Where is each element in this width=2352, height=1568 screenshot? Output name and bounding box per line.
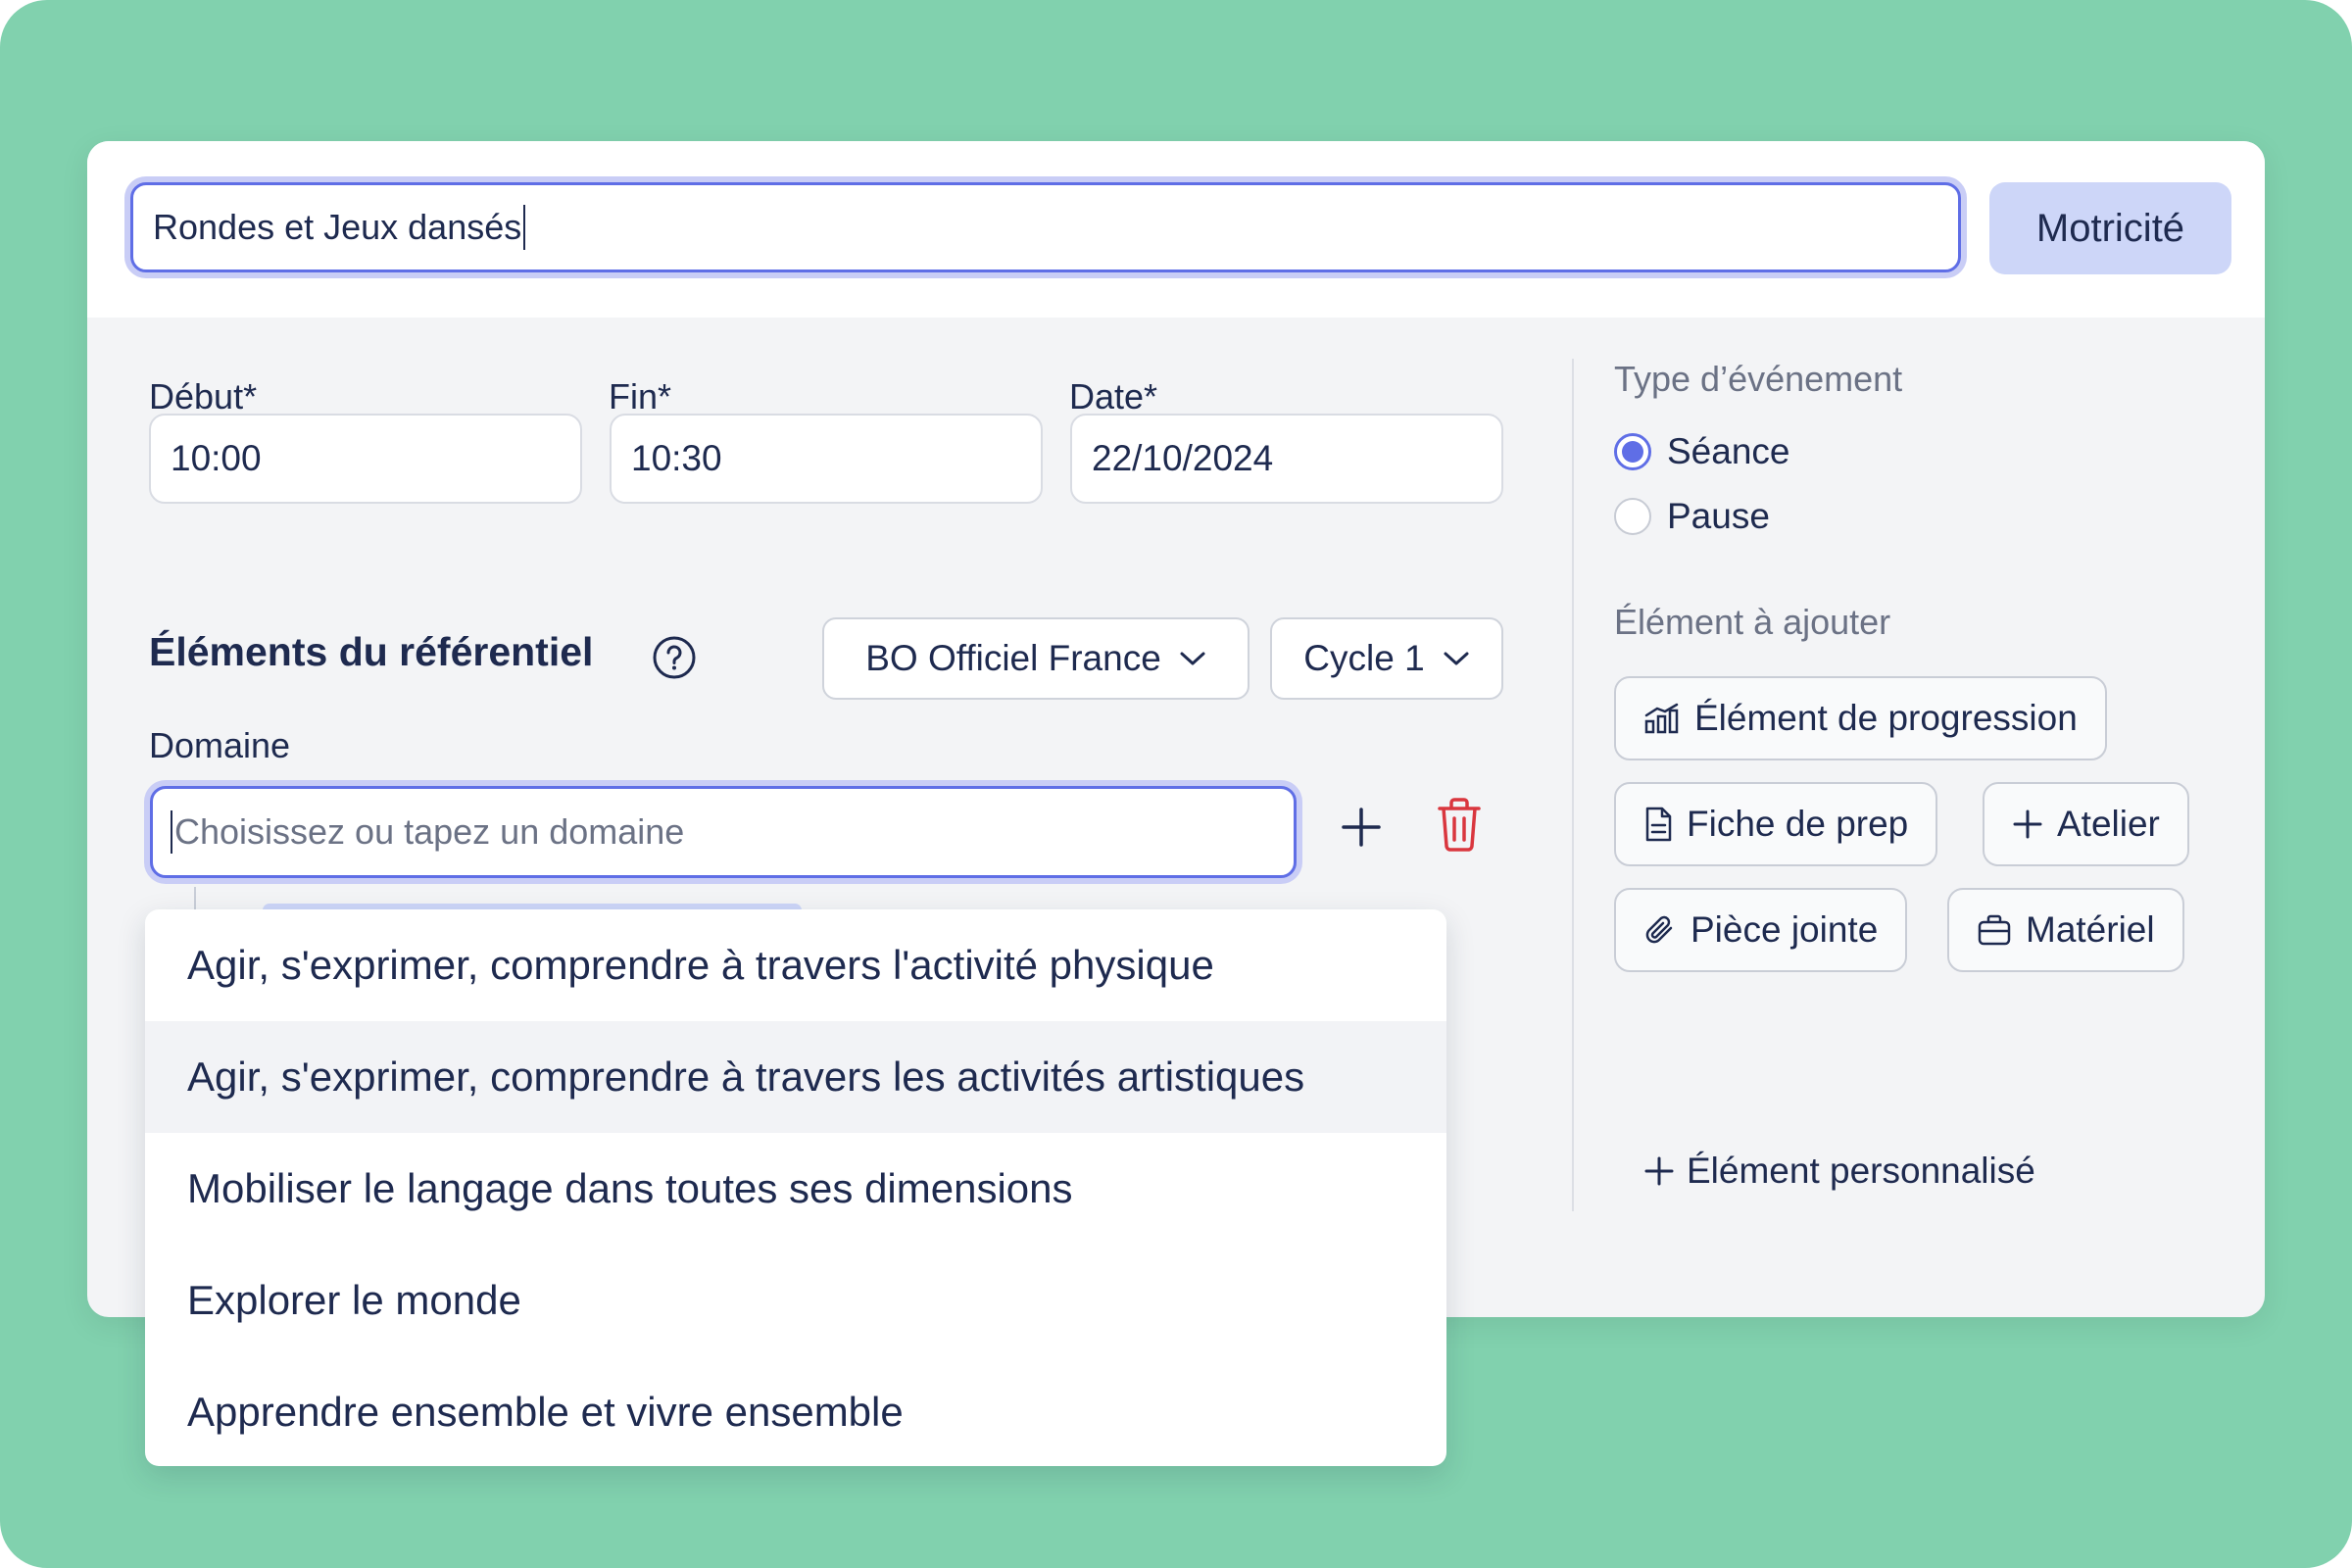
app-background: Rondes et Jeux dansés Motricité Début* 1… [0, 0, 2352, 1568]
event-type-seance-label: Séance [1667, 431, 1790, 471]
add-custom-element-button[interactable]: Élément personnalisé [1643, 1151, 2035, 1192]
event-type-pause-label: Pause [1667, 496, 1770, 536]
radio-checked-icon[interactable] [1614, 433, 1651, 470]
domain-label: Domaine [149, 725, 291, 765]
event-type-pause-option[interactable]: Pause [1614, 496, 1770, 537]
document-icon [1645, 807, 1672, 842]
event-title-input[interactable]: Rondes et Jeux dansés [130, 182, 1961, 272]
radio-unchecked-icon[interactable] [1614, 498, 1651, 535]
event-title-value: Rondes et Jeux dansés [153, 207, 522, 247]
dropdown-option[interactable]: Agir, s'exprimer, comprendre à travers l… [145, 909, 1446, 1021]
chevron-down-icon [1444, 652, 1469, 665]
add-prep-sheet-button[interactable]: Fiche de prep [1614, 782, 1938, 866]
question-circle-icon[interactable] [652, 635, 697, 680]
add-progression-button[interactable]: Élément de progression [1614, 676, 2107, 760]
cycle-select-label: Cycle 1 [1303, 638, 1425, 678]
program-select[interactable]: BO Officiel France [822, 617, 1250, 700]
add-workshop-button[interactable]: Atelier [1983, 782, 2189, 866]
domain-dropdown-menu: Agir, s'exprimer, comprendre à travers l… [145, 909, 1446, 1466]
add-attachment-label: Pièce jointe [1690, 909, 1879, 950]
chevron-down-icon [1180, 652, 1205, 665]
dropdown-option[interactable]: Explorer le monde [145, 1245, 1446, 1356]
subject-button[interactable]: Motricité [1989, 182, 2231, 274]
add-domain-icon[interactable] [1334, 800, 1389, 855]
add-progression-label: Élément de progression [1694, 698, 2078, 738]
dropdown-option[interactable]: Mobiliser le langage dans toutes ses dim… [145, 1133, 1446, 1245]
dropdown-option[interactable]: Apprendre ensemble et vivre ensemble [145, 1356, 1446, 1466]
add-workshop-label: Atelier [2057, 804, 2160, 844]
plus-icon [2013, 809, 2042, 839]
referentiel-title: Éléments du référentiel [149, 629, 594, 674]
text-cursor [171, 810, 172, 854]
text-cursor [523, 205, 526, 250]
event-type-label: Type d’événement [1614, 359, 1903, 399]
column-divider [1572, 359, 1574, 1211]
paperclip-icon [1645, 915, 1673, 944]
briefcase-icon [1978, 914, 2011, 946]
domain-placeholder: Choisissez ou tapez un domaine [174, 811, 685, 852]
program-select-label: BO Officiel France [865, 638, 1161, 678]
end-time-label: Fin* [609, 376, 672, 416]
add-prep-sheet-label: Fiche de prep [1687, 804, 1909, 844]
cycle-select[interactable]: Cycle 1 [1270, 617, 1503, 700]
add-attachment-button[interactable]: Pièce jointe [1614, 888, 1908, 972]
dropdown-option-hovered[interactable]: Agir, s'exprimer, comprendre à travers l… [145, 1021, 1446, 1133]
start-time-label: Début* [149, 376, 258, 416]
add-material-label: Matériel [2026, 909, 2155, 950]
event-header: Rondes et Jeux dansés Motricité [87, 141, 2265, 318]
date-input[interactable]: 22/10/2024 [1070, 414, 1503, 504]
date-label: Date* [1069, 376, 1158, 416]
add-element-label: Élément à ajouter [1614, 602, 1891, 642]
event-type-seance-option[interactable]: Séance [1614, 431, 1790, 472]
trash-icon[interactable] [1434, 796, 1485, 853]
plus-icon [1644, 1156, 1674, 1186]
start-time-input[interactable]: 10:00 [149, 414, 582, 504]
bar-chart-icon [1644, 703, 1679, 734]
domain-combobox-input[interactable]: Choisissez ou tapez un domaine [150, 786, 1297, 878]
add-custom-element-label: Élément personnalisé [1687, 1151, 2035, 1191]
end-time-input[interactable]: 10:30 [610, 414, 1043, 504]
add-material-button[interactable]: Matériel [1947, 888, 2184, 972]
